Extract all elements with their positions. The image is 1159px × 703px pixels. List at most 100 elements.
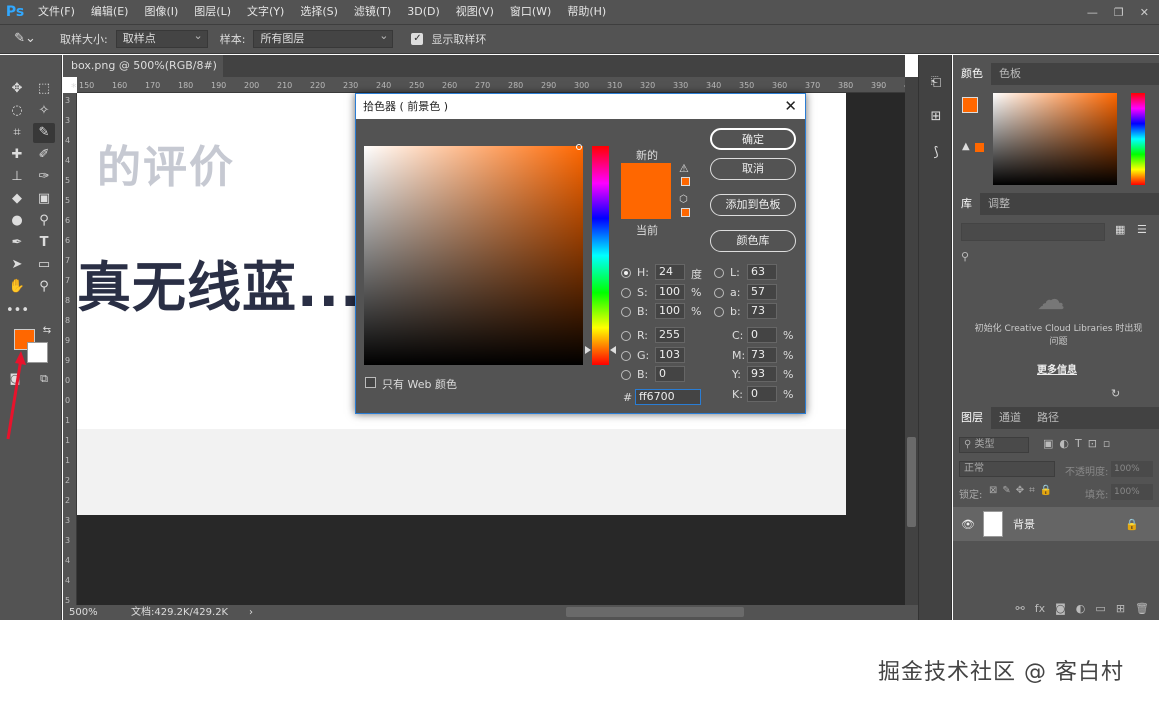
blur-tool-icon[interactable]: ● (6, 211, 28, 231)
yellow-input[interactable]: 93 (747, 366, 777, 382)
new-group-icon[interactable]: ▭ (1095, 602, 1105, 615)
add-mask-icon[interactable]: ◙ (1055, 602, 1066, 615)
restore-button[interactable]: ❐ (1114, 6, 1124, 19)
hue-slider[interactable] (592, 146, 609, 365)
color-tabs-0[interactable]: 颜色 (953, 63, 991, 85)
menu-item-0[interactable]: 文件(F) (30, 0, 83, 24)
screen-mode-icon[interactable]: ⧉ (33, 369, 55, 389)
blue-radio[interactable] (621, 370, 631, 380)
gamut-swatch[interactable] (975, 143, 984, 152)
layer-row-background[interactable]: 👁 背景 🔒 (953, 507, 1159, 541)
character-panel-icon[interactable]: ⟆ (926, 143, 946, 163)
healing-brush-tool-icon[interactable]: ✚ (6, 145, 28, 165)
color-tabs-1[interactable]: 色板 (991, 63, 1029, 85)
layer-tabs-1[interactable]: 通道 (991, 407, 1029, 429)
a-channel-input[interactable]: 57 (747, 284, 777, 300)
brightness-radio[interactable] (621, 307, 631, 317)
out-of-gamut-warning-icon[interactable]: ⚠ (679, 162, 689, 175)
menu-item-3[interactable]: 图层(L) (186, 0, 239, 24)
color-hue-slider[interactable] (1131, 93, 1145, 185)
library-tabs-1[interactable]: 调整 (980, 193, 1018, 215)
opacity-input[interactable]: 100% (1111, 461, 1153, 477)
gamut-color-swatch[interactable] (681, 177, 690, 186)
swap-colors-icon[interactable]: ⇆ (36, 321, 58, 341)
menu-item-8[interactable]: 视图(V) (448, 0, 502, 24)
brightness-input[interactable]: 100 (655, 303, 685, 319)
new-layer-icon[interactable]: ⊞ (1116, 602, 1125, 615)
rectangle-tool-icon[interactable]: ▭ (33, 255, 55, 275)
move-tool-icon[interactable]: ✥ (6, 79, 28, 99)
library-search-icon[interactable]: ⚲ (961, 250, 969, 263)
show-sampling-ring-checkbox[interactable]: ✓ (411, 33, 424, 45)
zoom-level[interactable]: 500% (69, 605, 98, 620)
more-tools-icon[interactable]: ••• (6, 301, 29, 321)
link-layers-icon[interactable]: ⚯ (1016, 602, 1025, 615)
menu-item-10[interactable]: 帮助(H) (559, 0, 614, 24)
blend-mode-dropdown[interactable]: 正常 (959, 461, 1055, 477)
grid-view-icon[interactable]: ▦ (1115, 223, 1125, 236)
eyedropper-tool-preset-icon[interactable]: ✎⌄ (10, 29, 40, 49)
hue-input[interactable]: 24 (655, 264, 685, 280)
hex-input[interactable]: ff6700 (635, 389, 701, 405)
layer-filter-dropdown[interactable]: ⚲ 类型 (959, 437, 1029, 453)
library-tabs-0[interactable]: 库 (953, 193, 980, 215)
lasso-tool-icon[interactable]: ◌ (6, 101, 28, 121)
list-view-icon[interactable]: ☰ (1137, 223, 1147, 236)
hue-slider-left-arrow[interactable] (585, 346, 591, 354)
current-color-swatch[interactable] (621, 191, 671, 219)
sample-size-dropdown[interactable]: 取样点 (115, 28, 208, 48)
red-input[interactable]: 255 (655, 327, 685, 343)
pen-tool-icon[interactable]: ✒ (6, 233, 28, 253)
menu-item-4[interactable]: 文字(Y) (239, 0, 292, 24)
web-colors-only-checkbox[interactable] (365, 377, 376, 388)
document-tab[interactable]: box.png @ 500%(RGB/8#) * × (63, 55, 223, 94)
lightness-radio[interactable] (714, 268, 724, 278)
gradient-tool-icon[interactable]: ▣ (33, 189, 55, 209)
blue-input[interactable]: 0 (655, 366, 685, 382)
clone-stamp-tool-icon[interactable]: ⊥ (6, 167, 28, 187)
crop-tool-icon[interactable]: ⌗ (6, 123, 28, 143)
path-select-tool-icon[interactable]: ➤ (6, 255, 28, 275)
vertical-scroll-thumb[interactable] (907, 437, 916, 527)
history-brush-tool-icon[interactable]: ✑ (33, 167, 55, 187)
hue-slider-right-arrow[interactable] (610, 346, 616, 354)
hand-tool-icon[interactable]: ✋ (6, 277, 28, 297)
layer-tabs-2[interactable]: 路径 (1029, 407, 1067, 429)
eraser-tool-icon[interactable]: ◆ (6, 189, 28, 209)
marquee-tool-icon[interactable]: ⬚ (33, 79, 55, 99)
vertical-scrollbar[interactable] (905, 77, 918, 605)
library-more-info-link[interactable]: 更多信息 (1037, 361, 1077, 376)
b-channel-input[interactable]: 73 (747, 303, 777, 319)
green-input[interactable]: 103 (655, 347, 685, 363)
menu-item-6[interactable]: 滤镜(T) (346, 0, 399, 24)
layer-filter-icons[interactable]: ▣◐T⊡▫ (1043, 437, 1116, 450)
quick-select-tool-icon[interactable]: ✧ (33, 101, 55, 121)
a-channel-radio[interactable] (714, 288, 724, 298)
color-libraries-button[interactable]: 颜色库 (710, 230, 796, 252)
saturation-input[interactable]: 100 (655, 284, 685, 300)
horizontal-scroll-thumb[interactable] (566, 607, 744, 617)
menu-item-9[interactable]: 窗口(W) (502, 0, 559, 24)
web-safe-warning-icon[interactable]: ⬡ (679, 194, 688, 205)
panel-foreground-swatch[interactable] (962, 97, 978, 113)
type-tool-icon[interactable]: T (33, 233, 55, 253)
menu-item-1[interactable]: 编辑(E) (83, 0, 137, 24)
status-menu-arrow[interactable]: › (249, 605, 253, 620)
library-sync-icon[interactable]: ↻ (1111, 387, 1120, 400)
fx-icon[interactable]: fx (1035, 602, 1045, 615)
b-channel-radio[interactable] (714, 307, 724, 317)
magenta-input[interactable]: 73 (747, 347, 777, 363)
zoom-tool-icon[interactable]: ⚲ (33, 277, 55, 297)
color-field-marker[interactable] (576, 144, 582, 150)
red-radio[interactable] (621, 331, 631, 341)
layer-tabs-0[interactable]: 图层 (953, 407, 991, 429)
delete-layer-icon[interactable]: 🗑 (1135, 602, 1149, 615)
ok-button[interactable]: 确定 (710, 128, 796, 150)
lock-icons[interactable]: ⊠✎✥⌗🔒 (989, 485, 1057, 496)
menu-item-7[interactable]: 3D(D) (399, 0, 448, 24)
background-color-swatch[interactable] (27, 342, 48, 363)
visibility-eye-icon[interactable]: 👁 (961, 518, 975, 531)
saturation-radio[interactable] (621, 288, 631, 298)
lightness-input[interactable]: 63 (747, 264, 777, 280)
eyedropper-tool-icon[interactable]: ✎ (33, 123, 55, 143)
